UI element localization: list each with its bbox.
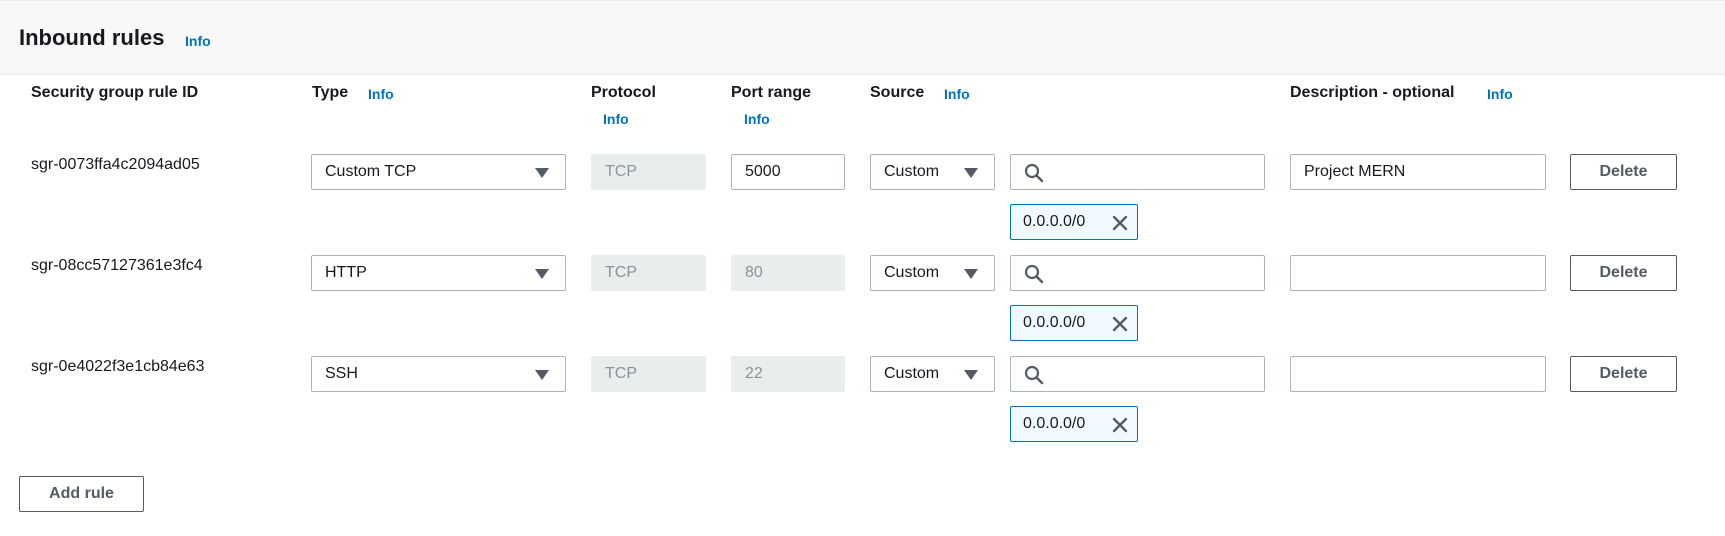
column-header-port-range: Port range	[731, 84, 812, 101]
close-icon[interactable]	[1111, 214, 1129, 232]
port-range-input[interactable]	[731, 154, 845, 190]
source-select[interactable]: Custom	[870, 255, 995, 291]
close-icon[interactable]	[1111, 315, 1129, 333]
column-header-type: Type	[312, 84, 349, 101]
source-select[interactable]: Custom	[870, 356, 995, 392]
caret-down-icon	[964, 370, 978, 380]
protocol-field: TCP	[591, 154, 706, 190]
source-search-input[interactable]	[1010, 154, 1265, 190]
search-icon	[1024, 365, 1044, 385]
description-info-link[interactable]: Info	[1487, 86, 1513, 102]
source-select-value: Custom	[884, 365, 940, 382]
caret-down-icon	[535, 269, 549, 279]
type-select[interactable]: HTTP	[311, 255, 566, 291]
column-header-rule-id: Security group rule ID	[31, 84, 199, 101]
search-icon	[1024, 163, 1044, 183]
port-range-info-link[interactable]: Info	[744, 111, 770, 127]
source-select-value: Custom	[884, 163, 940, 180]
source-select[interactable]: Custom	[870, 154, 995, 190]
source-search-input[interactable]	[1010, 255, 1265, 291]
caret-down-icon	[535, 168, 549, 178]
caret-down-icon	[964, 269, 978, 279]
source-cidr-value: 0.0.0.0/0	[1023, 415, 1086, 432]
column-header-protocol: Protocol	[591, 84, 656, 101]
column-header-source: Source	[870, 84, 925, 101]
port-range-field: 22	[731, 356, 845, 392]
rule-id: sgr-0e4022f3e1cb84e63	[31, 358, 205, 375]
source-cidr-token: 0.0.0.0/0	[1010, 305, 1138, 341]
protocol-field: TCP	[591, 356, 706, 392]
source-cidr-value: 0.0.0.0/0	[1023, 314, 1086, 331]
close-icon[interactable]	[1111, 416, 1129, 434]
description-input[interactable]	[1290, 255, 1546, 291]
port-range-field: 80	[731, 255, 845, 291]
type-info-link[interactable]: Info	[368, 86, 394, 102]
rule-id: sgr-0073ffa4c2094ad05	[31, 156, 200, 173]
search-icon	[1024, 264, 1044, 284]
protocol-info-link[interactable]: Info	[603, 111, 629, 127]
description-input[interactable]	[1290, 356, 1546, 392]
delete-button[interactable]: Delete	[1570, 154, 1677, 190]
source-select-value: Custom	[884, 264, 940, 281]
caret-down-icon	[535, 370, 549, 380]
type-select-value: SSH	[325, 365, 358, 382]
source-cidr-token: 0.0.0.0/0	[1010, 204, 1138, 240]
protocol-field: TCP	[591, 255, 706, 291]
delete-button[interactable]: Delete	[1570, 356, 1677, 392]
source-cidr-token: 0.0.0.0/0	[1010, 406, 1138, 442]
delete-button[interactable]: Delete	[1570, 255, 1677, 291]
add-rule-button[interactable]: Add rule	[19, 476, 144, 512]
description-input[interactable]	[1290, 154, 1546, 190]
type-select-value: Custom TCP	[325, 163, 417, 180]
source-search-input[interactable]	[1010, 356, 1265, 392]
type-select[interactable]: SSH	[311, 356, 566, 392]
inbound-rules-header: Inbound rules Info	[0, 0, 1725, 75]
caret-down-icon	[964, 168, 978, 178]
panel-title: Inbound rules	[19, 25, 165, 50]
type-select[interactable]: Custom TCP	[311, 154, 566, 190]
rule-id: sgr-08cc57127361e3fc4	[31, 257, 203, 274]
type-select-value: HTTP	[325, 264, 367, 281]
source-cidr-value: 0.0.0.0/0	[1023, 213, 1086, 230]
column-header-description: Description - optional	[1290, 84, 1455, 101]
source-info-link[interactable]: Info	[944, 86, 970, 102]
panel-info-link[interactable]: Info	[185, 33, 211, 49]
